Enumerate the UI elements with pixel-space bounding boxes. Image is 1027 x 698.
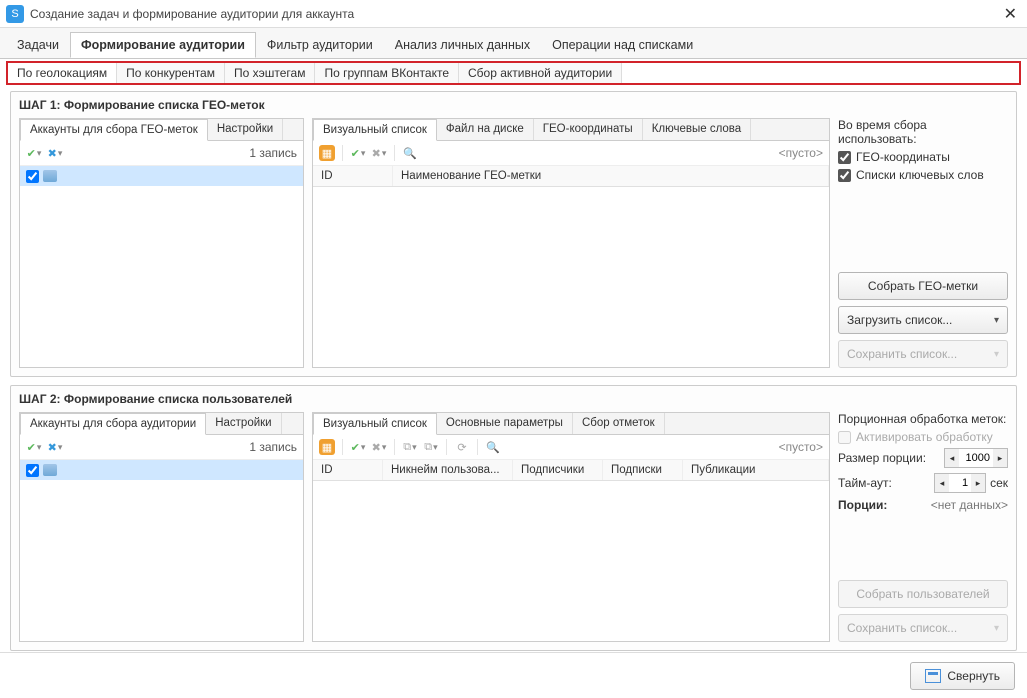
delete-icon[interactable]: ✖ [47,145,63,161]
step1-accounts-panel: Аккаунты для сбора ГЕО-меток Настройки ✔… [19,118,304,368]
timeout-label: Тайм-аут: [838,476,892,490]
account-checkbox[interactable] [26,464,39,477]
tab-tasks[interactable]: Задачи [6,32,70,58]
sub-tabs: По геолокациям По конкурентам По хэштега… [6,61,1021,85]
tab-filter[interactable]: Фильтр аудитории [256,32,384,58]
step2-title: ШАГ 2: Формирование списка пользователей [19,392,1008,406]
paste-icon[interactable]: ⧉ [423,439,439,455]
step2: ШАГ 2: Формирование списка пользователей… [10,385,1017,651]
footer: Свернуть [0,652,1027,698]
subtab-competitors[interactable]: По конкурентам [117,63,225,83]
collapse-icon [925,669,941,683]
step1-mid-tab-coords[interactable]: ГЕО-координаты [534,119,643,140]
add-icon[interactable]: ▦ [319,439,335,455]
step1-mid-tab-keywords[interactable]: Ключевые слова [643,119,752,140]
main-tabs: Задачи Формирование аудитории Фильтр ауд… [0,28,1027,59]
step2-right-title: Порционная обработка меток: [838,412,1008,426]
col-id: ID [313,460,383,480]
step1-mid-tab-file[interactable]: Файл на диске [437,119,534,140]
batch-size-label: Размер порции: [838,451,926,465]
step2-right-panel: Порционная обработка меток: Активировать… [838,412,1008,642]
check-icon[interactable]: ✔ [26,439,42,455]
check-icon[interactable]: ✔ [350,439,366,455]
step1-left-tab-settings[interactable]: Настройки [208,119,283,140]
collect-users-button: Собрать пользователей [838,580,1008,608]
step1-right-title: Во время сбора использовать: [838,118,1008,146]
col-nickname: Никнейм пользова... [383,460,513,480]
timeout-stepper[interactable]: ◂▸ [934,473,986,493]
user-icon [43,464,57,476]
delete-icon[interactable]: ✖ [47,439,63,455]
close-icon[interactable]: ✕ [1000,4,1021,24]
app-icon: S [6,5,24,23]
portions-value: <нет данных> [931,498,1008,512]
copy-icon[interactable]: ⧉ [402,439,418,455]
check-icon[interactable]: ✔ [26,145,42,161]
search-icon[interactable]: 🔍 [485,439,501,455]
add-icon[interactable]: ▦ [319,145,335,161]
account-checkbox[interactable] [26,170,39,183]
col-geo-name: Наименование ГЕО-метки [393,166,829,186]
step2-users-panel: Визуальный список Основные параметры Сбо… [312,412,830,642]
account-row[interactable] [20,166,303,186]
step1-right-panel: Во время сбора использовать: ГЕО-координ… [838,118,1008,368]
save-list-button: Сохранить список...▾ [838,340,1008,368]
tab-list-ops[interactable]: Операции над списками [541,32,704,58]
chk-geo-coords[interactable]: ГЕО-координаты [838,150,1008,164]
subtab-geo[interactable]: По геолокациям [8,63,117,83]
save-users-button: Сохранить список...▾ [838,614,1008,642]
load-list-button[interactable]: Загрузить список...▾ [838,306,1008,334]
step1-geo-panel: Визуальный список Файл на диске ГЕО-коор… [312,118,830,368]
subtab-vk-groups[interactable]: По группам ВКонтакте [315,63,459,83]
collect-geo-button[interactable]: Собрать ГЕО-метки [838,272,1008,300]
col-id: ID [313,166,393,186]
col-publications: Публикации [683,460,829,480]
col-subscribers: Подписчики [513,460,603,480]
step2-mid-tab-visual[interactable]: Визуальный список [313,413,437,435]
step1-mid-tab-visual[interactable]: Визуальный список [313,119,437,141]
step2-left-tab-accounts[interactable]: Аккаунты для сбора аудитории [20,413,206,435]
step2-account-count: 1 запись [249,440,297,454]
account-row[interactable] [20,460,303,480]
step2-accounts-panel: Аккаунты для сбора аудитории Настройки ✔… [19,412,304,642]
step2-left-tab-settings[interactable]: Настройки [206,413,281,434]
delete-icon[interactable]: ✖ [371,439,387,455]
subtab-active-audience[interactable]: Сбор активной аудитории [459,63,622,83]
step1-account-count: 1 запись [249,146,297,160]
chk-activate-batch[interactable]: Активировать обработку [838,430,1008,444]
window-title: Создание задач и формирование аудитории … [30,7,1000,21]
step1-left-tab-accounts[interactable]: Аккаунты для сбора ГЕО-меток [20,119,208,141]
col-following: Подписки [603,460,683,480]
step2-empty-label: <пусто> [779,440,823,454]
delete-icon[interactable]: ✖ [371,145,387,161]
collapse-button[interactable]: Свернуть [910,662,1015,690]
chk-keyword-lists[interactable]: Списки ключевых слов [838,168,1008,182]
batch-size-stepper[interactable]: ◂▸ [944,448,1008,468]
refresh-icon[interactable]: ⟳ [454,439,470,455]
titlebar: S Создание задач и формирование аудитори… [0,0,1027,28]
step1: ШАГ 1: Формирование списка ГЕО-меток Акк… [10,91,1017,377]
step1-title: ШАГ 1: Формирование списка ГЕО-меток [19,98,1008,112]
step2-mid-tab-marks[interactable]: Сбор отметок [573,413,665,434]
portions-label: Порции: [838,498,887,512]
tab-analysis[interactable]: Анализ личных данных [384,32,541,58]
step1-empty-label: <пусто> [779,146,823,160]
tab-audience[interactable]: Формирование аудитории [70,32,256,58]
subtab-hashtags[interactable]: По хэштегам [225,63,315,83]
search-icon[interactable]: 🔍 [402,145,418,161]
user-icon [43,170,57,182]
check-icon[interactable]: ✔ [350,145,366,161]
step2-mid-tab-params[interactable]: Основные параметры [437,413,573,434]
